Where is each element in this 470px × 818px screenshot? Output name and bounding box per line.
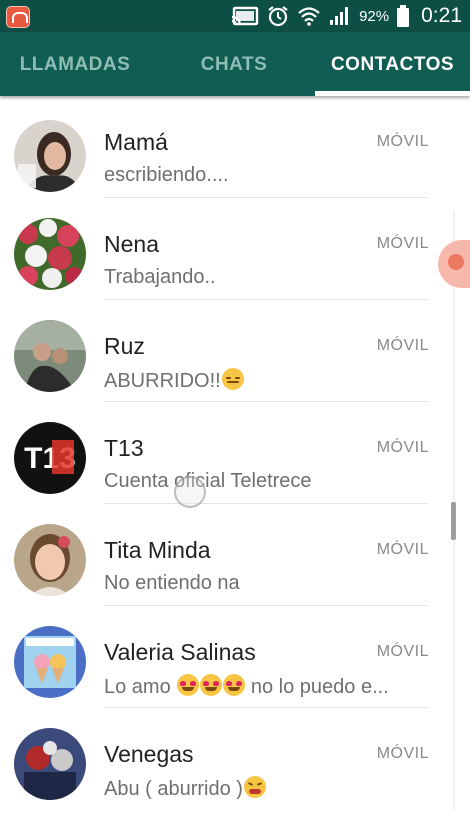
avatar[interactable] [14,626,86,698]
contact-status: Lo amo no lo puedo e... [104,674,389,699]
expressionless-emoji-icon [221,368,244,390]
heart-eyes-emoji-icon [177,674,200,696]
avatar[interactable] [14,320,86,392]
heart-eyes-emoji-icon [223,674,246,696]
contact-row-venegas[interactable]: Venegas Abu ( aburrido ) MÓVIL [0,708,470,810]
contact-name: Ruz [104,333,145,359]
status-text: ABURRIDO!! [104,370,221,392]
heart-eyes-emoji-icon [200,674,223,696]
phone-type-label: MÓVIL [376,337,429,354]
touch-indicator [174,476,206,508]
contact-name: T13 [104,435,144,461]
status-text: Lo amo [104,676,171,698]
status-text-suffix: no lo puedo e... [250,676,389,698]
contact-status: No entiendo na [104,572,240,594]
contact-name: Valeria Salinas [104,639,256,665]
phone-type-label: MÓVIL [376,541,429,558]
contact-status: Cuenta oficial Teletrece [104,470,312,492]
tab-chats[interactable]: CHATS [158,32,310,96]
contact-name: Mamá [104,129,168,155]
tab-contactos[interactable]: CONTACTOS [315,32,470,96]
contact-row-mama[interactable]: Mamá escribiendo.... MÓVIL [0,96,470,198]
contact-name: Venegas [104,741,194,767]
status-bar: 92% 0:21 [0,0,470,32]
contact-row-t13[interactable]: T13 T13 Cuenta oficial Teletrece MÓVIL [0,402,470,504]
phone-type-label: MÓVIL [376,745,429,762]
tired-face-emoji-icon [243,776,266,798]
contact-row-ruz[interactable]: Ruz ABURRIDO!! MÓVIL [0,300,470,402]
alarm-icon [268,6,288,27]
contact-row-nena[interactable]: Nena Trabajando.. MÓVIL [0,198,470,300]
contact-row-valeria-salinas[interactable]: Valeria Salinas Lo amo no lo puedo e... … [0,606,470,708]
tab-bar: LLAMADAS CHATS CONTACTOS [0,32,470,96]
phone-type-label: MÓVIL [376,133,429,150]
avatar[interactable] [14,218,86,290]
wifi-icon [298,7,320,26]
signal-icon [330,7,349,25]
contact-name: Tita Minda [104,537,211,563]
contact-status: Trabajando.. [104,266,216,288]
phone-type-label: MÓVIL [376,643,429,660]
contact-name: Nena [104,231,159,257]
app-notification-icon [6,6,30,28]
battery-percent: 92% [359,7,390,25]
contact-status: ABURRIDO!! [104,368,244,393]
avatar[interactable]: T13 [14,422,86,494]
clock: 0:21 [421,4,462,27]
cast-icon [231,6,259,26]
avatar[interactable] [14,120,86,192]
tab-llamadas[interactable]: LLAMADAS [0,32,150,96]
phone-type-label: MÓVIL [376,439,429,456]
contact-status: escribiendo.... [104,164,229,186]
battery-icon [397,5,410,27]
status-text: Abu ( aburrido ) [104,778,243,800]
phone-type-label: MÓVIL [376,235,429,252]
avatar[interactable] [14,524,86,596]
scrollbar[interactable] [451,502,456,540]
avatar[interactable] [14,728,86,800]
contact-status: Abu ( aburrido ) [104,776,266,801]
contact-row-tita-minda[interactable]: Tita Minda No entiendo na MÓVIL [0,504,470,606]
